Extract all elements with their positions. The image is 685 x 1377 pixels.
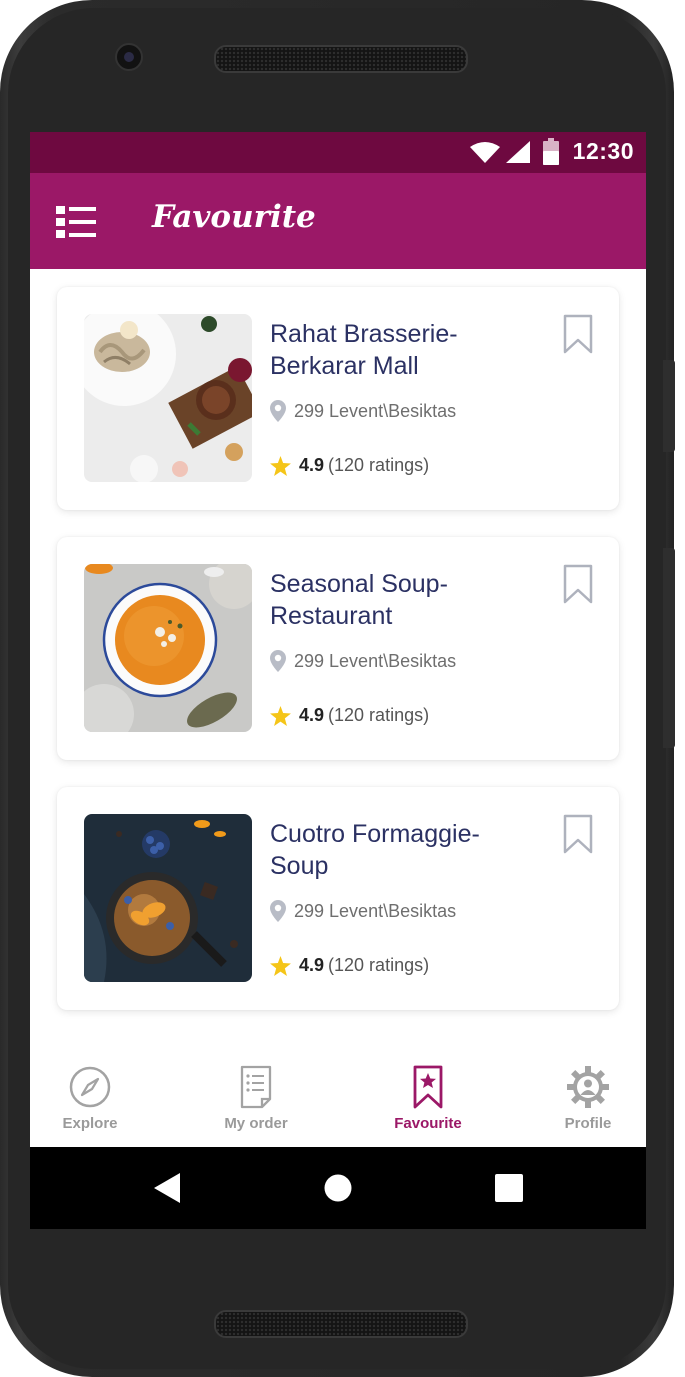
star-icon: [270, 455, 291, 476]
address-text: 299 Levent\Besiktas: [294, 400, 457, 421]
ratings-count: (120 ratings): [328, 705, 430, 725]
rating-score: 4.9: [299, 705, 325, 725]
bookmark-icon[interactable]: [563, 564, 593, 604]
compass-icon: [69, 1066, 111, 1108]
recents-icon: [495, 1174, 523, 1202]
home-icon: [324, 1174, 352, 1202]
bookmark-icon[interactable]: [563, 314, 593, 354]
restaurant-name-line1: Cuotro Formaggie-: [270, 820, 480, 848]
nav-label: My order: [224, 1115, 288, 1132]
status-bar: 12:30: [30, 132, 646, 173]
location-pin-icon: [270, 650, 286, 672]
home-button[interactable]: [298, 1147, 378, 1229]
nav-profile[interactable]: Profile: [528, 1065, 646, 1132]
app-bar: Favourite: [30, 173, 646, 269]
front-camera: [115, 43, 143, 71]
battery-icon: [543, 138, 559, 165]
bookmark-icon[interactable]: [563, 814, 593, 854]
restaurant-address: 299 Levent\Besiktas: [270, 900, 456, 922]
bookmark-star-icon: [413, 1065, 443, 1109]
location-pin-icon: [270, 900, 286, 922]
restaurant-name-line1: Seasonal Soup-: [270, 570, 448, 598]
menu-list-icon[interactable]: [56, 206, 96, 238]
page-title: Favourite: [152, 199, 316, 235]
restaurant-card[interactable]: Seasonal Soup- Restaurant 299 Levent\Bes…: [57, 537, 619, 760]
receipt-icon: [240, 1065, 272, 1109]
restaurant-name-line2: Berkarar Mall: [270, 352, 419, 380]
bottom-nav: Explore My order Favourite Profile: [30, 1047, 646, 1147]
nav-label: Explore: [62, 1115, 118, 1132]
nav-label: Favourite: [394, 1115, 462, 1132]
restaurant-card[interactable]: Rahat Brasserie- Berkarar Mall 299 Leven…: [57, 287, 619, 510]
recents-button[interactable]: [469, 1147, 549, 1229]
address-text: 299 Levent\Besiktas: [294, 650, 457, 671]
star-icon: [270, 955, 291, 976]
app-screen: 12:30 Favourite Rahat Brasserie- Berkara…: [30, 132, 646, 1229]
nav-favourite[interactable]: Favourite: [368, 1065, 488, 1132]
restaurant-name-line2: Soup: [270, 852, 329, 880]
back-button[interactable]: [127, 1147, 207, 1229]
nav-my-order[interactable]: My order: [196, 1065, 316, 1132]
star-icon: [270, 705, 291, 726]
signal-icon: [506, 141, 530, 163]
rating-score: 4.9: [299, 455, 325, 475]
volume-button: [663, 548, 675, 748]
restaurant-name: Cuotro Formaggie- Soup: [270, 818, 560, 882]
location-pin-icon: [270, 400, 286, 422]
ratings-count: (120 ratings): [328, 455, 430, 475]
back-icon: [154, 1173, 180, 1203]
restaurant-address: 299 Levent\Besiktas: [270, 400, 456, 422]
system-nav-bar: [30, 1147, 646, 1229]
restaurant-rating: 4.9 (120 ratings): [270, 455, 429, 476]
status-time: 12:30: [572, 138, 634, 164]
rating-score: 4.9: [299, 955, 325, 975]
restaurant-name: Rahat Brasserie- Berkarar Mall: [270, 318, 560, 382]
nav-explore[interactable]: Explore: [30, 1065, 150, 1132]
ratings-count: (120 ratings): [328, 955, 430, 975]
top-speaker: [214, 45, 468, 73]
phone-frame: 12:30 Favourite Rahat Brasserie- Berkara…: [0, 0, 675, 1377]
bottom-speaker: [214, 1310, 468, 1338]
power-button: [663, 360, 675, 452]
restaurant-photo: [84, 564, 252, 732]
gear-profile-icon: [567, 1066, 609, 1108]
restaurant-name-line1: Rahat Brasserie-: [270, 320, 458, 348]
restaurant-rating: 4.9 (120 ratings): [270, 955, 429, 976]
restaurant-name-line2: Restaurant: [270, 602, 393, 630]
restaurant-address: 299 Levent\Besiktas: [270, 650, 456, 672]
wifi-icon: [470, 142, 500, 163]
restaurant-photo: [84, 814, 252, 982]
address-text: 299 Levent\Besiktas: [294, 900, 457, 921]
nav-label: Profile: [564, 1115, 612, 1132]
restaurant-name: Seasonal Soup- Restaurant: [270, 568, 560, 632]
restaurant-card[interactable]: Cuotro Formaggie- Soup 299 Levent\Besikt…: [57, 787, 619, 1010]
restaurant-rating: 4.9 (120 ratings): [270, 705, 429, 726]
restaurant-photo: [84, 314, 252, 482]
